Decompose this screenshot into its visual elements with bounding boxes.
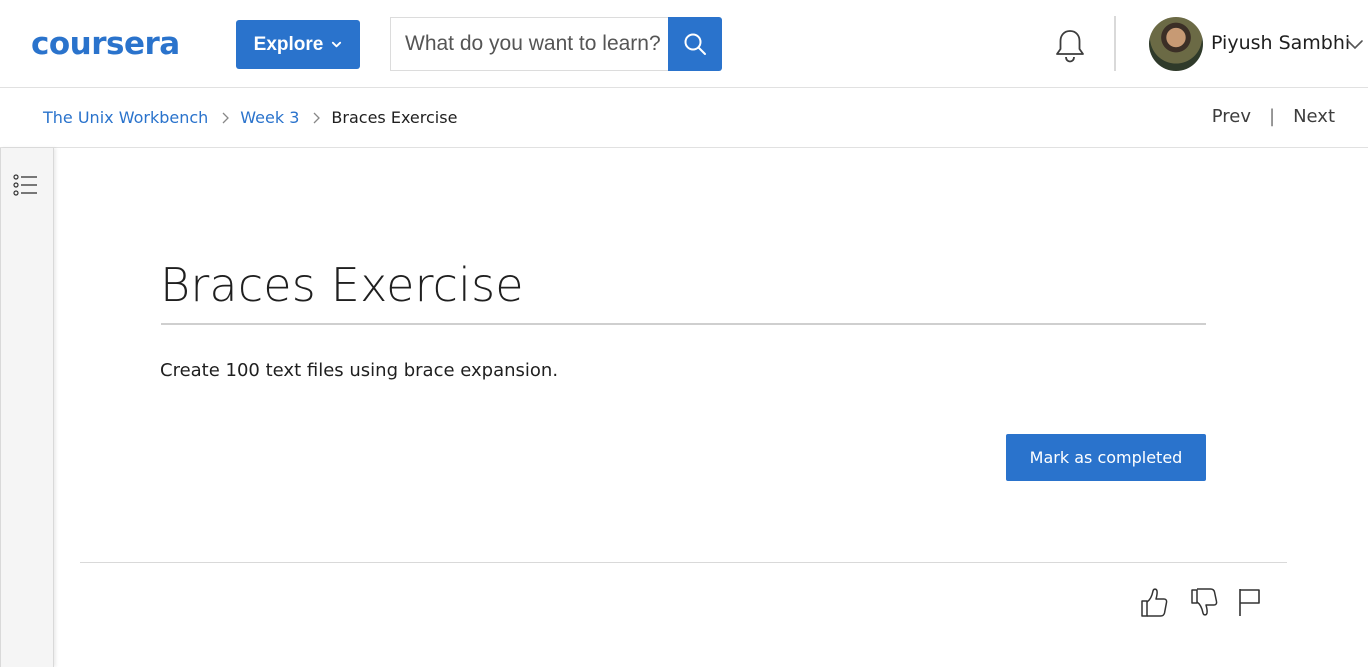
footer-divider [80, 562, 1287, 563]
mark-as-completed-button[interactable]: Mark as completed [1006, 434, 1206, 481]
chevron-right-icon [222, 112, 230, 123]
flag-icon[interactable] [1236, 585, 1266, 619]
top-header: coursera Explore Piyush Sambhi [0, 0, 1368, 88]
breadcrumb-course[interactable]: The Unix Workbench [43, 108, 208, 127]
prev-next-nav: Prev | Next [1212, 106, 1335, 127]
explore-label: Explore [253, 33, 324, 55]
prev-link[interactable]: Prev [1212, 106, 1251, 127]
title-divider [161, 323, 1206, 325]
breadcrumb-bar: The Unix Workbench Week 3 Braces Exercis… [0, 88, 1368, 148]
user-name[interactable]: Piyush Sambhi [1211, 32, 1350, 54]
search-icon [684, 33, 706, 55]
breadcrumb-current: Braces Exercise [331, 108, 458, 127]
thumbs-down-icon[interactable] [1189, 585, 1219, 619]
exercise-description: Create 100 text files using brace expans… [160, 360, 559, 381]
sidebar [0, 148, 54, 667]
list-menu-icon[interactable] [13, 173, 38, 197]
nav-separator: | [1268, 106, 1276, 127]
search-field[interactable] [390, 17, 668, 71]
next-link[interactable]: Next [1293, 106, 1335, 127]
logo-text: coursera [31, 26, 180, 62]
header-divider [1114, 16, 1116, 71]
breadcrumb-week[interactable]: Week 3 [240, 108, 299, 127]
bell-icon[interactable] [1053, 28, 1087, 64]
thumbs-up-icon[interactable] [1139, 585, 1169, 619]
mark-as-completed-label: Mark as completed [1029, 448, 1183, 467]
coursera-logo[interactable]: coursera [31, 24, 180, 64]
avatar[interactable] [1149, 17, 1203, 71]
chevron-down-icon [332, 41, 342, 48]
chevron-down-icon[interactable] [1346, 38, 1364, 50]
explore-button[interactable]: Explore [236, 20, 360, 69]
search-button[interactable] [668, 17, 722, 71]
breadcrumb: The Unix Workbench Week 3 Braces Exercis… [43, 108, 457, 127]
page-title: Braces Exercise [160, 258, 524, 312]
chevron-right-icon [313, 112, 321, 123]
search-input[interactable] [405, 32, 668, 56]
